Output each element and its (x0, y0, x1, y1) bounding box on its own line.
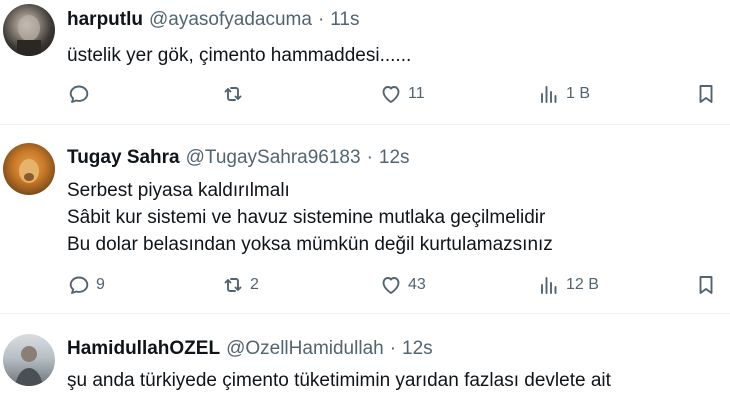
reply-icon (69, 85, 89, 103)
timestamp[interactable]: 12s (379, 147, 410, 169)
retweet-count: 2 (250, 276, 259, 293)
avatar-image (17, 15, 41, 56)
like-icon (382, 86, 400, 103)
avatar[interactable] (3, 4, 55, 56)
like-button[interactable]: 43 (379, 273, 426, 297)
view-count: 12 B (566, 276, 599, 293)
like-icon (382, 277, 400, 294)
author-handle[interactable]: @ayasofyadacuma (149, 9, 312, 31)
separator-dot: · (366, 147, 373, 168)
separator-dot: · (389, 338, 397, 359)
author-name[interactable]: harputlu (67, 9, 143, 31)
author-handle[interactable]: @OzellHamidullah (226, 338, 384, 360)
bookmark-icon (699, 85, 713, 103)
tweet-header: Tugay Sahra @TugaySahra96183 · 12s (67, 147, 410, 169)
separator-dot: · (317, 9, 325, 30)
views-button[interactable]: 12 B (537, 273, 599, 297)
author-name[interactable]: Tugay Sahra (67, 147, 180, 169)
timestamp[interactable]: 11s (330, 9, 359, 31)
view-count: 1 B (566, 85, 591, 102)
tweet-text: şu anda türkiyede çimento tüketimimin ya… (67, 367, 611, 394)
views-icon (541, 277, 557, 294)
like-count: 43 (408, 276, 426, 293)
retweet-button[interactable]: 2 (221, 273, 259, 297)
tweet-text-line: Bu dolar belasından yoksa mümkün değil k… (67, 234, 553, 255)
bookmark-icon (699, 276, 713, 294)
reply-button[interactable]: 9 (67, 273, 105, 297)
tweet-header: harputlu @ayasofyadacuma · 11s (67, 9, 360, 31)
reply-count: 9 (96, 276, 105, 293)
avatar-image (19, 159, 39, 183)
like-count: 11 (408, 85, 425, 102)
avatar[interactable] (3, 334, 55, 386)
bookmark-button[interactable] (694, 82, 718, 106)
views-icon (541, 86, 557, 103)
retweet-icon (224, 87, 242, 101)
tweet-actions: 9 2 43 12 B (67, 273, 717, 303)
tweet-text: Serbest piyasa kaldırılmalı Sâbit kur si… (67, 177, 553, 258)
tweet-text: üstelik yer gök, çimento hammaddesi.....… (67, 42, 411, 69)
avatar[interactable] (3, 143, 55, 195)
tweet-1[interactable]: harputlu @ayasofyadacuma · 11s üstelik y… (0, 0, 730, 124)
tweet-text-line: şu anda türkiyede çimento tüketimimin ya… (67, 370, 611, 391)
reply-icon (69, 276, 89, 294)
reply-button[interactable] (67, 82, 96, 106)
timeline: harputlu @ayasofyadacuma · 11s üstelik y… (0, 0, 730, 420)
retweet-icon (224, 278, 242, 292)
tweet-text-line: Sâbit kur sistemi ve havuz sistemine mut… (67, 207, 546, 228)
retweet-button[interactable] (221, 82, 250, 106)
timestamp[interactable]: 12s (402, 338, 433, 360)
tweet-text-line: Serbest piyasa kaldırılmalı (67, 180, 290, 201)
tweet-header: HamidullahOZEL @OzellHamidullah · 12s (67, 338, 433, 360)
tweet-3[interactable]: HamidullahOZEL @OzellHamidullah · 12s şu… (0, 313, 730, 420)
views-button[interactable]: 1 B (537, 82, 590, 106)
avatar-image (15, 346, 43, 386)
tweet-actions: 11 1 B (67, 82, 717, 112)
tweet-2[interactable]: Tugay Sahra @TugaySahra96183 · 12s Serbe… (0, 124, 730, 313)
author-handle[interactable]: @TugaySahra96183 (186, 147, 361, 169)
bookmark-button[interactable] (694, 273, 718, 297)
author-name[interactable]: HamidullahOZEL (67, 338, 220, 360)
tweet-text-line: üstelik yer gök, çimento hammaddesi.....… (67, 45, 412, 66)
like-button[interactable]: 11 (379, 82, 425, 106)
